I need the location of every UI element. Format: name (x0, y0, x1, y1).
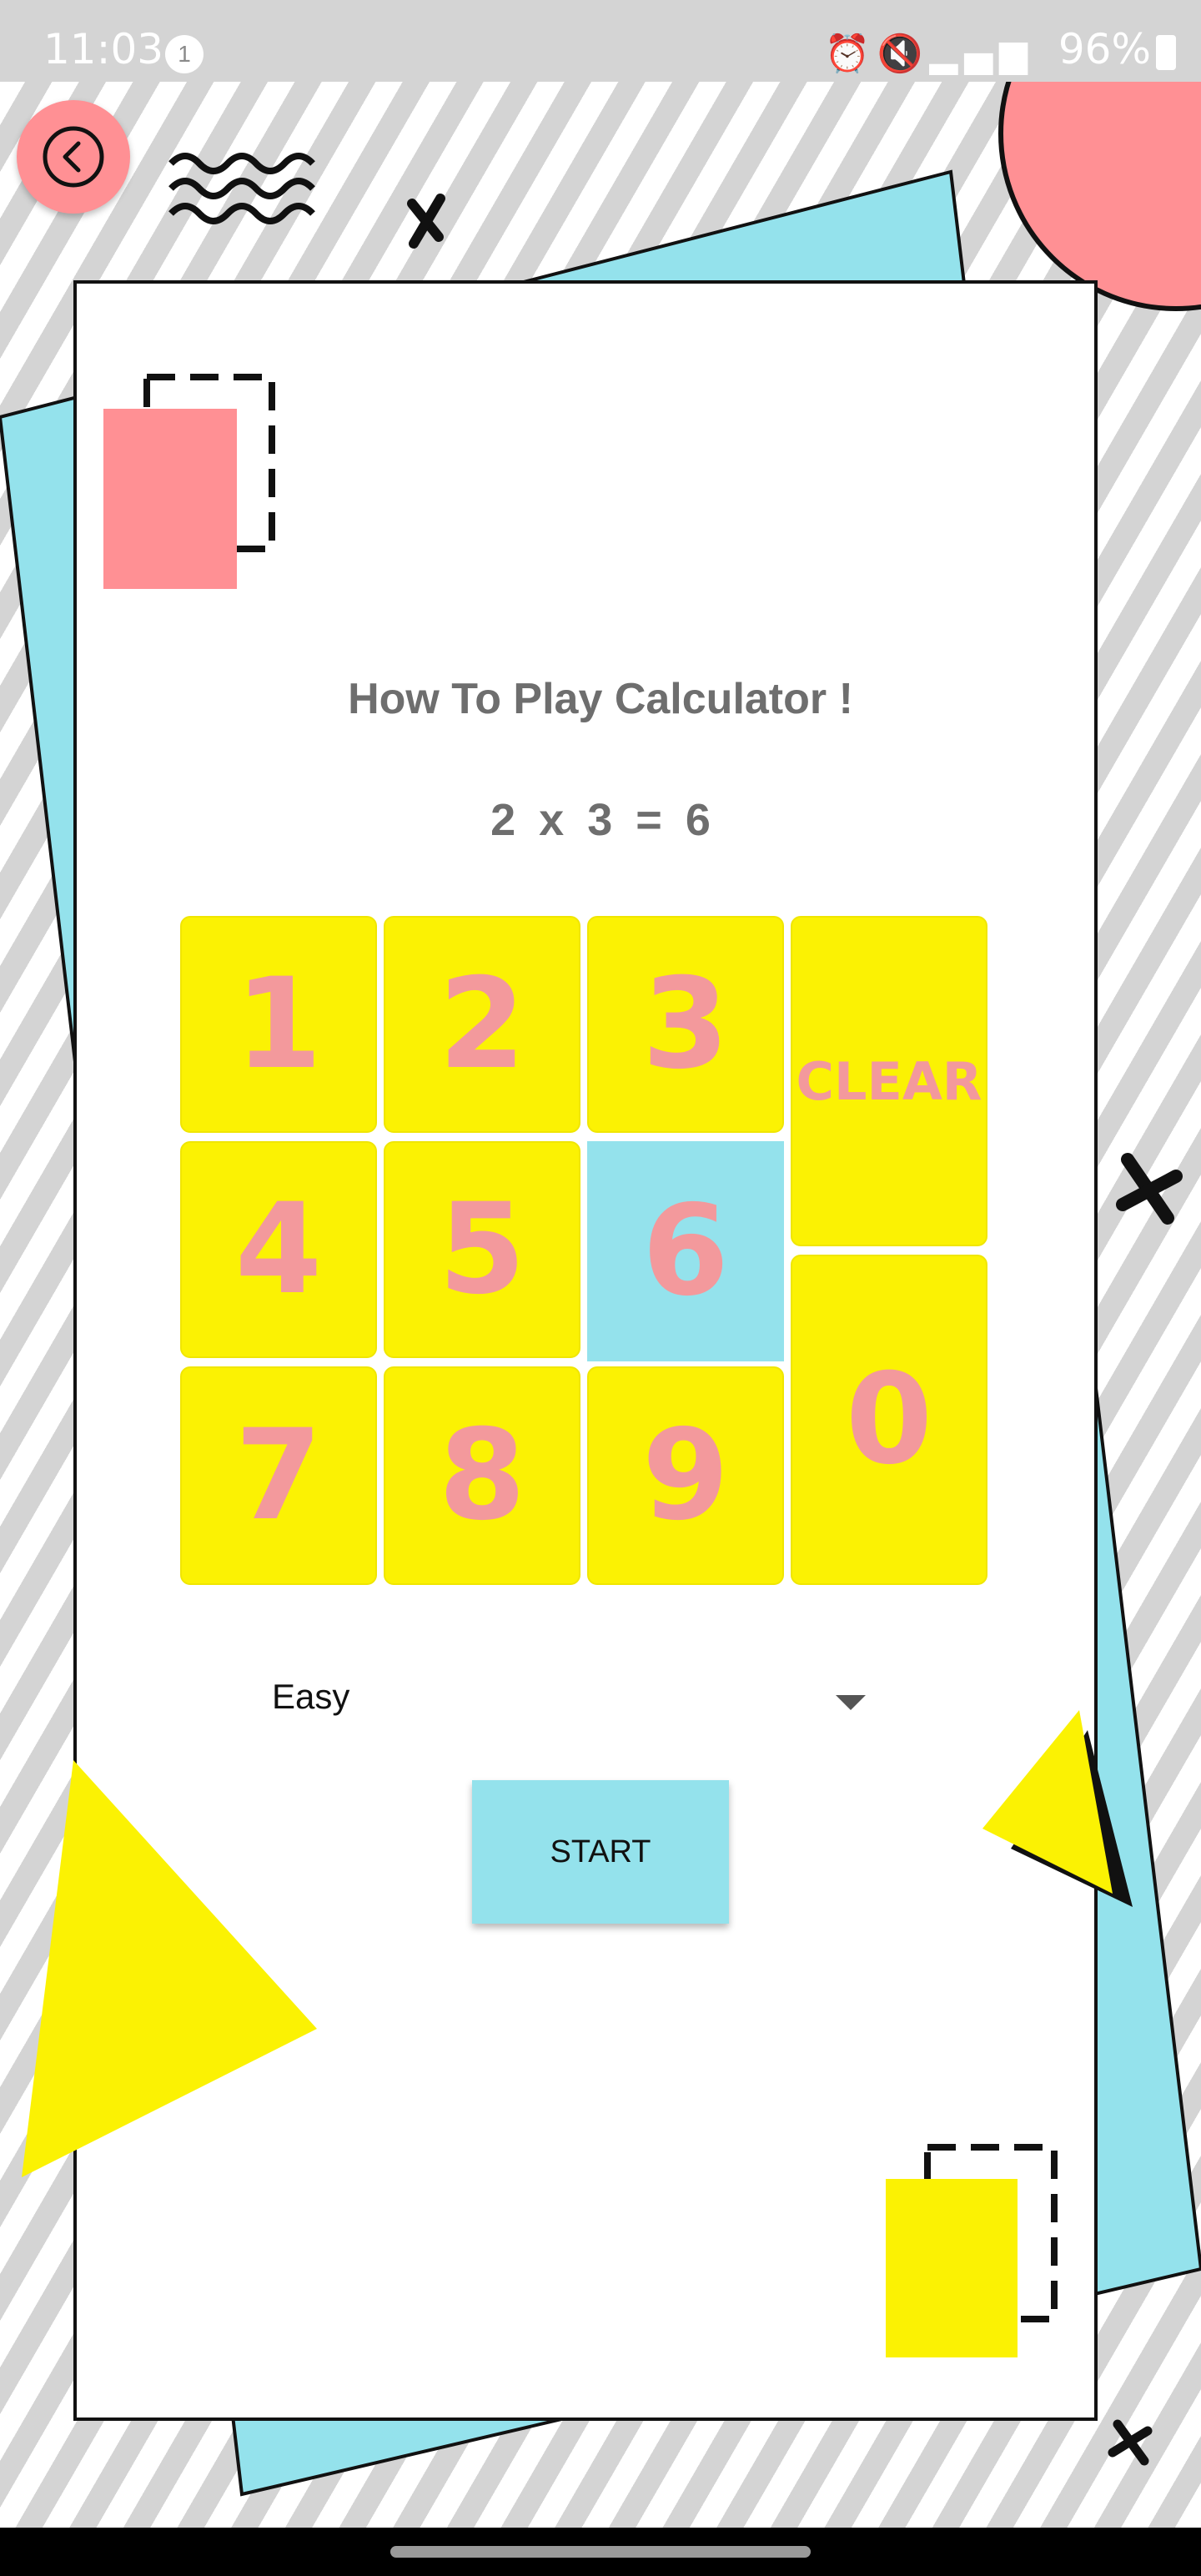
keypad: 1 2 3 CLEAR 4 5 6 7 8 9 0 (180, 916, 991, 1590)
wave-lines-shape (168, 153, 315, 224)
key-3[interactable]: 3 (587, 916, 784, 1133)
status-bar: 11:03 1 ⏰🔇▂▄▆ 96% (0, 0, 1201, 82)
home-gesture-handle[interactable] (390, 2546, 811, 2558)
equation-result: 6 (685, 795, 711, 845)
chevron-left-icon (43, 126, 104, 188)
key-8[interactable]: 8 (384, 1366, 580, 1585)
notification-badge: 1 (165, 35, 204, 73)
equation-left: 2 (490, 795, 516, 845)
battery-icon (1156, 35, 1176, 70)
start-button[interactable]: START (472, 1780, 729, 1924)
x-mark-shape (1116, 1153, 1183, 1225)
equation-right: 3 (587, 795, 613, 845)
key-1[interactable]: 1 (180, 916, 377, 1133)
navigation-bar (0, 2528, 1201, 2576)
alarm-icon: ⏰ (824, 33, 877, 75)
x-mark-shape (1108, 2419, 1153, 2466)
key-clear[interactable]: CLEAR (791, 916, 987, 1246)
example-equation: 2 x 3 = 6 (0, 794, 1201, 846)
status-time: 11:03 (43, 25, 164, 73)
x-mark-shape (407, 194, 445, 249)
key-9[interactable]: 9 (587, 1366, 784, 1585)
key-0[interactable]: 0 (791, 1255, 987, 1585)
battery-percentage: 96% (1058, 25, 1151, 73)
key-6[interactable]: 6 (587, 1141, 784, 1361)
key-7[interactable]: 7 (180, 1366, 377, 1585)
key-2[interactable]: 2 (384, 916, 580, 1133)
difficulty-dropdown[interactable]: Easy (272, 1673, 872, 1733)
mute-icon: 🔇 (877, 33, 930, 75)
signal-icon: ▂▄▆ (929, 33, 1034, 75)
difficulty-selected: Easy (272, 1677, 350, 1716)
equation-equals: = (636, 795, 662, 845)
page-title: How To Play Calculator ! (348, 675, 853, 723)
back-button[interactable] (17, 100, 130, 214)
key-4[interactable]: 4 (180, 1141, 377, 1358)
equation-operator: x (539, 795, 565, 845)
key-5[interactable]: 5 (384, 1141, 580, 1358)
system-icons: ⏰🔇▂▄▆ (825, 32, 1034, 75)
caret-down-icon (836, 1695, 866, 1710)
